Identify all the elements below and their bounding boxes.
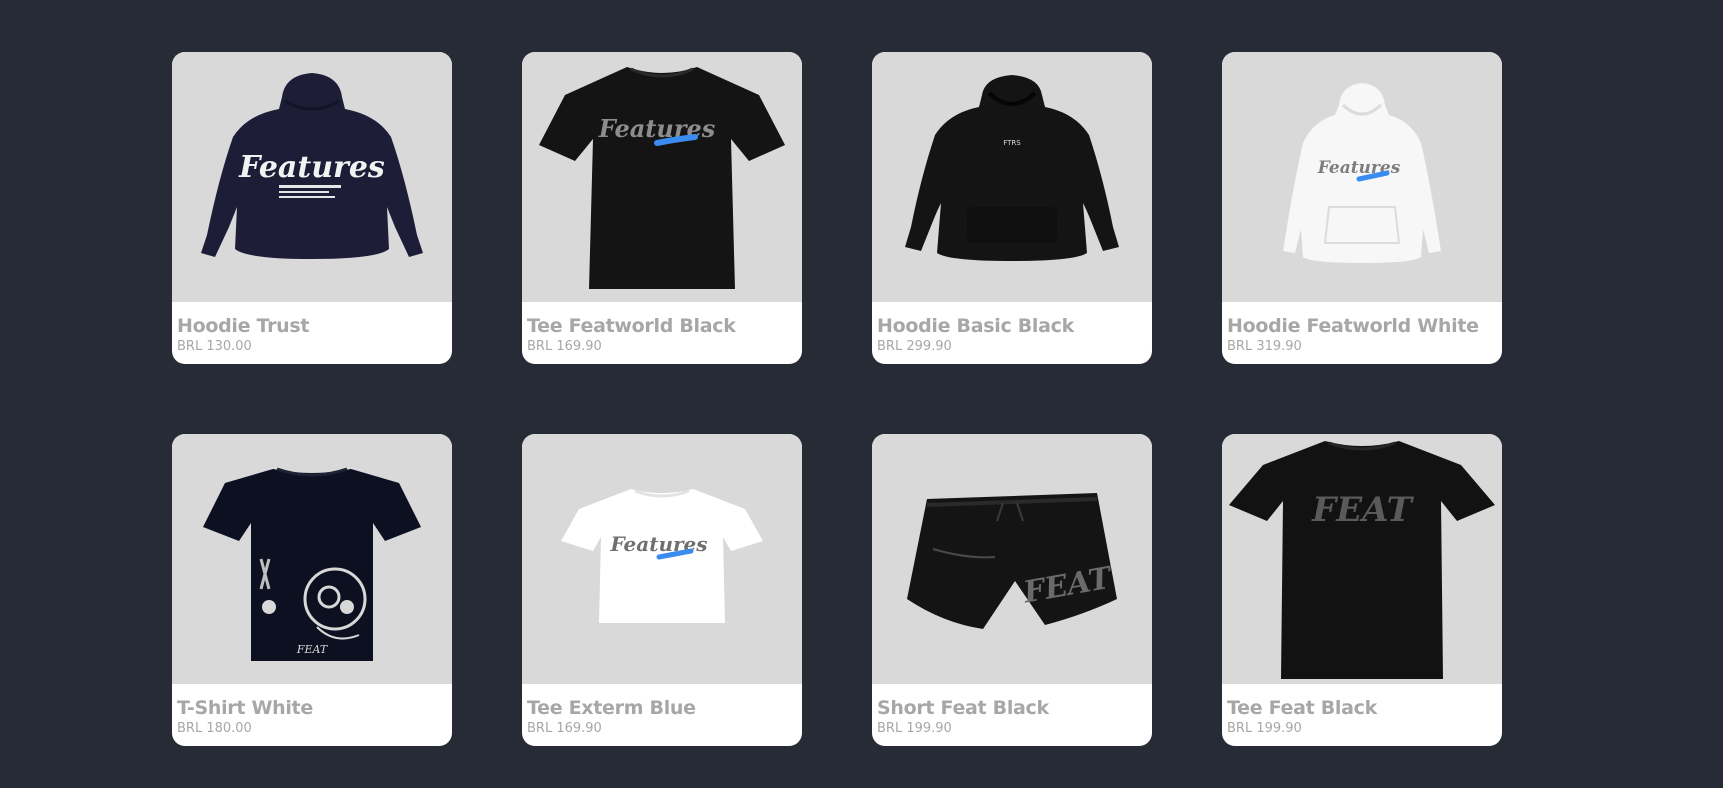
- black-hoodie-small-logo-icon: FTRS: [905, 75, 1119, 261]
- product-info: T-Shirt White BRL 180.00: [172, 684, 452, 737]
- product-title[interactable]: Tee Exterm Blue: [527, 697, 798, 719]
- product-info: Tee Exterm Blue BRL 169.90: [522, 684, 802, 737]
- product-info: Tee Feat Black BRL 199.90: [1222, 684, 1502, 737]
- product-info: Hoodie Trust BRL 130.00: [172, 302, 452, 355]
- black-shorts-feat-print-icon: FEAT: [907, 493, 1117, 629]
- product-title[interactable]: Hoodie Basic Black: [877, 315, 1148, 337]
- white-hoodie-featworld-print-icon: Features: [1283, 83, 1441, 263]
- white-tee-featworld-print-icon: Features: [561, 489, 763, 623]
- product-title[interactable]: Tee Featworld Black: [527, 315, 798, 337]
- navy-hoodie-back-print-icon: Features: [201, 73, 423, 259]
- product-image[interactable]: Features: [522, 434, 802, 684]
- product-price: BRL 199.90: [877, 721, 952, 736]
- product-card[interactable]: FTRS Hoodie Basic Black BRL 299.90: [872, 52, 1152, 364]
- product-card[interactable]: Features Hoodie Featworld White BRL 319.…: [1222, 52, 1502, 364]
- product-title[interactable]: T-Shirt White: [177, 697, 448, 719]
- product-grid: Features Hoodie Trust BRL 130.00 Feature…: [172, 52, 1502, 746]
- product-price: BRL 319.90: [1227, 339, 1302, 354]
- product-card[interactable]: FEAT T-Shirt White BRL 180.00: [172, 434, 452, 746]
- product-card[interactable]: FEAT Short Feat Black BRL 199.90: [872, 434, 1152, 746]
- product-image[interactable]: FEAT: [872, 434, 1152, 684]
- svg-text:Features: Features: [598, 114, 716, 143]
- product-title[interactable]: Hoodie Featworld White: [1227, 315, 1498, 337]
- svg-text:FEAT: FEAT: [1311, 490, 1415, 530]
- product-info: Hoodie Basic Black BRL 299.90: [872, 302, 1152, 355]
- product-card[interactable]: Features Tee Exterm Blue BRL 169.90: [522, 434, 802, 746]
- black-tee-feat-print-icon: FEAT: [1229, 441, 1495, 679]
- product-card[interactable]: Features Tee Featworld Black BRL 169.90: [522, 52, 802, 364]
- product-image[interactable]: Features: [1222, 52, 1502, 302]
- product-card[interactable]: Features Hoodie Trust BRL 130.00: [172, 52, 452, 364]
- product-title[interactable]: Tee Feat Black: [1227, 697, 1498, 719]
- product-info: Short Feat Black BRL 199.90: [872, 684, 1152, 737]
- product-info: Tee Featworld Black BRL 169.90: [522, 302, 802, 355]
- product-title[interactable]: Short Feat Black: [877, 697, 1148, 719]
- navy-tee-gasmask-print-icon: FEAT: [203, 467, 421, 661]
- product-price: BRL 130.00: [177, 339, 252, 354]
- black-tee-featworld-print-icon: Features: [539, 67, 785, 289]
- product-info: Hoodie Featworld White BRL 319.90: [1222, 302, 1502, 355]
- svg-text:FEAT: FEAT: [296, 643, 329, 656]
- product-card[interactable]: FEAT Tee Feat Black BRL 199.90: [1222, 434, 1502, 746]
- product-price: BRL 299.90: [877, 339, 952, 354]
- product-image[interactable]: FTRS: [872, 52, 1152, 302]
- product-title[interactable]: Hoodie Trust: [177, 315, 448, 337]
- svg-text:Features: Features: [238, 150, 385, 185]
- product-price: BRL 169.90: [527, 721, 602, 736]
- product-image[interactable]: FEAT: [172, 434, 452, 684]
- product-price: BRL 199.90: [1227, 721, 1302, 736]
- product-image[interactable]: FEAT: [1222, 434, 1502, 684]
- svg-text:FTRS: FTRS: [1003, 139, 1021, 147]
- product-image[interactable]: Features: [172, 52, 452, 302]
- product-image[interactable]: Features: [522, 52, 802, 302]
- product-price: BRL 180.00: [177, 721, 252, 736]
- product-price: BRL 169.90: [527, 339, 602, 354]
